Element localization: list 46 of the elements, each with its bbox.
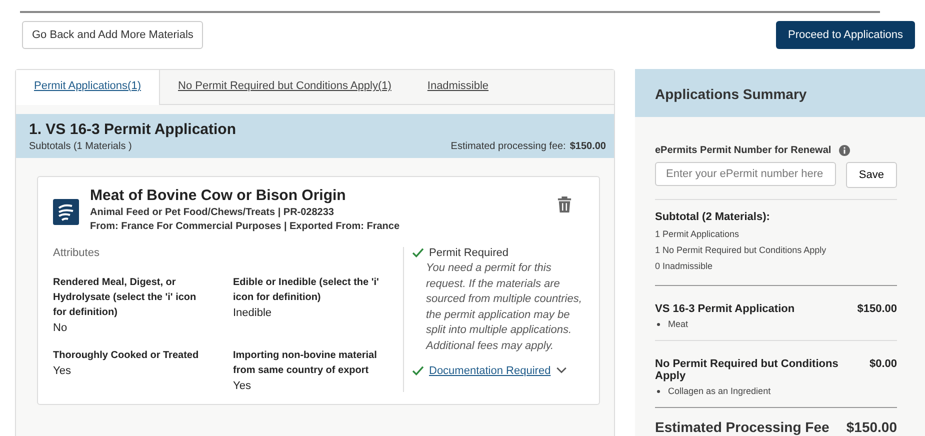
trash-icon[interactable] bbox=[557, 195, 572, 213]
permit-number-field[interactable]: Enter your ePermit number here bbox=[655, 162, 836, 186]
proceed-button[interactable]: Proceed to Applications bbox=[776, 21, 915, 49]
attributes-heading: Attributes bbox=[53, 247, 100, 259]
documentation-link[interactable]: Documentation Required bbox=[429, 364, 551, 377]
subtotal-line: 1 No Permit Required but Conditions Apply bbox=[655, 244, 828, 257]
renewal-label: ePermits Permit Number for Renewal bbox=[655, 145, 832, 156]
tab[interactable]: Permit Applications(1) bbox=[16, 70, 160, 105]
subtotal-line: 0 Inadmissible bbox=[655, 260, 714, 273]
save-button[interactable]: Save bbox=[846, 162, 897, 188]
attribute-label: Rendered Meal, Digest, or Hydrolysate (select the 'i' icon for definition) bbox=[53, 276, 198, 320]
total-amount: $150.00 bbox=[846, 419, 897, 435]
tab[interactable]: No Permit Required but Conditions Apply(1) bbox=[160, 70, 410, 104]
bullet-icon bbox=[657, 390, 660, 392]
fee-label: Estimated processing fee: bbox=[450, 141, 566, 152]
application-title: 1. VS 16-3 Permit Application bbox=[29, 121, 238, 138]
tab[interactable]: Inadmissible bbox=[409, 70, 507, 104]
group-amount: $150.00 bbox=[857, 303, 897, 315]
status-label: Permit Required bbox=[429, 247, 508, 259]
group-title: No Permit Required but Conditions Apply bbox=[655, 358, 840, 382]
attribute-label: Importing non-bovine material from same country of export bbox=[233, 349, 378, 378]
group-amount: $0.00 bbox=[869, 358, 897, 372]
material-logo-icon bbox=[53, 199, 79, 225]
group-title: VS 16-3 Permit Application bbox=[655, 303, 795, 315]
material-name: Meat of Bovine Cow or Bison Origin bbox=[90, 187, 347, 204]
chevron-icon[interactable] bbox=[556, 367, 567, 374]
material-origin: From: France For Commercial Purposes | Exported From: France bbox=[90, 221, 401, 232]
attribute-value: No bbox=[53, 322, 68, 334]
total-label: Estimated Processing Fee bbox=[655, 419, 830, 435]
subtotal-line: 1 Permit Applications bbox=[655, 228, 740, 241]
subtotal-heading: Subtotal (2 Materials): bbox=[655, 211, 771, 223]
back-button[interactable]: Go Back and Add More Materials bbox=[22, 21, 204, 49]
fee-amount: $150.00 bbox=[570, 141, 606, 152]
attribute-value: Yes bbox=[233, 380, 252, 392]
attribute-value: Inedible bbox=[233, 307, 273, 319]
status-description: You need a permit for this request. If the materials are sourced from multiple countries, the permit application may be split into multiple applications. Additional fees may apply. bbox=[424, 261, 583, 354]
attribute-value: Yes bbox=[53, 365, 72, 377]
group-item: Collagen as an Ingredient bbox=[668, 386, 771, 396]
summary-title: Applications Summary bbox=[655, 86, 808, 102]
attribute-label: Thoroughly Cooked or Treated bbox=[53, 349, 200, 363]
attribute-label: Edible or Inedible (select the 'i' icon for definition) bbox=[233, 276, 380, 305]
material-category: Animal Feed or Pet Food/Chews/Treats | PR-028233 bbox=[90, 207, 335, 218]
info-icon[interactable] bbox=[839, 145, 850, 156]
group-item: Meat bbox=[668, 319, 688, 329]
bullet-icon bbox=[657, 322, 660, 326]
subtotals-text: Subtotals (1 Materials ) bbox=[29, 141, 132, 152]
